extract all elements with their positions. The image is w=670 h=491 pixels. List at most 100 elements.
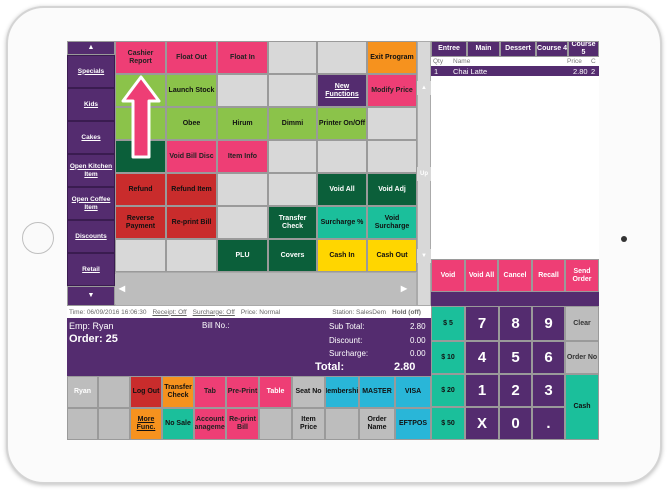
new-functions-button[interactable]: New Functions: [317, 74, 367, 107]
key-2[interactable]: 2: [499, 374, 532, 407]
scroll-up-label[interactable]: Up: [417, 167, 431, 181]
void-surcharge-button[interactable]: Void Surcharge: [367, 206, 417, 239]
log-out-button[interactable]: Log Out: [130, 376, 162, 408]
obee-button[interactable]: Obee: [166, 107, 217, 140]
cash-in-button[interactable]: Cash In: [317, 239, 367, 272]
order-name-button[interactable]: Order Name: [359, 408, 395, 440]
pre-print-button[interactable]: Pre-Print: [226, 376, 259, 408]
quick-cash-50[interactable]: $ 50: [431, 407, 465, 440]
order-no-button[interactable]: Order No: [565, 341, 599, 374]
item-info-button[interactable]: Item Info: [217, 140, 268, 173]
course-tab-5[interactable]: Course 5: [568, 41, 599, 57]
reprint-bill-button[interactable]: Re-print Bill: [226, 408, 259, 440]
printer-on-off-button[interactable]: Printer On/Off: [317, 107, 367, 140]
subtotal-label: Sub Total:: [329, 322, 365, 331]
quick-cash-20[interactable]: $ 20: [431, 374, 465, 407]
grid-empty: [217, 173, 268, 206]
status-hold[interactable]: Hold (off): [392, 309, 421, 316]
void-all-button[interactable]: Void All: [465, 259, 498, 292]
void-bill-disc-button[interactable]: Void Bill Disc: [166, 140, 217, 173]
dimmi-button[interactable]: Dimmi: [268, 107, 317, 140]
tab-button[interactable]: Tab: [194, 376, 226, 408]
send-order-button[interactable]: Send Order: [565, 259, 599, 292]
subtotal-value: 2.80: [410, 322, 426, 331]
key-6[interactable]: 6: [532, 341, 565, 374]
mastercard-button[interactable]: MASTER: [359, 376, 395, 408]
account-management-button[interactable]: Account Management: [194, 408, 226, 440]
grid-horizontal-scrollbar[interactable]: [115, 272, 417, 306]
sidebar-up-arrow[interactable]: ▲: [67, 41, 115, 55]
status-surcharge[interactable]: Surcharge: Off: [193, 309, 235, 316]
void-button[interactable]: Void: [431, 259, 465, 292]
no-sale-button[interactable]: No Sale: [162, 408, 194, 440]
launch-stock-button[interactable]: Launch Stock: [166, 74, 217, 107]
recall-button[interactable]: Recall: [532, 259, 565, 292]
sidebar-down-arrow[interactable]: ▼: [67, 286, 115, 306]
more-functions-button[interactable]: More Func.: [130, 408, 162, 440]
refund-button[interactable]: Refund: [115, 173, 166, 206]
scroll-right-arrow[interactable]: ▶: [393, 274, 415, 304]
transfer-check-grid-button[interactable]: Transfer Check: [268, 206, 317, 239]
clear-button[interactable]: Clear: [565, 306, 599, 341]
course-tab-4[interactable]: Course 4: [536, 41, 568, 57]
sidebar-item-cakes[interactable]: Cakes: [67, 121, 115, 154]
table-button[interactable]: Table: [259, 376, 292, 408]
refund-item-button[interactable]: Refund Item: [166, 173, 217, 206]
hirum-button[interactable]: Hirum: [217, 107, 268, 140]
camera-dot: [621, 236, 627, 242]
pos-screen: ▲ Specials Kids Cakes Open Kitchen Item …: [67, 41, 599, 440]
course-tab-dessert[interactable]: Dessert: [500, 41, 536, 57]
quick-cash-5[interactable]: $ 5: [431, 306, 465, 341]
sidebar-item-discounts[interactable]: Discounts: [67, 220, 115, 253]
scroll-down-arrow[interactable]: ▼: [417, 249, 431, 263]
sidebar-item-specials[interactable]: Specials: [67, 55, 115, 88]
cancel-button[interactable]: Cancel: [498, 259, 532, 292]
sidebar-item-open-coffee[interactable]: Open Coffee Item: [67, 187, 115, 220]
key-x[interactable]: X: [465, 407, 499, 440]
seat-no-button[interactable]: Seat No: [292, 376, 325, 408]
scroll-left-arrow[interactable]: ◀: [115, 274, 129, 304]
surcharge-percent-button[interactable]: Surcharge %: [317, 206, 367, 239]
status-receipt[interactable]: Receipt: Off: [152, 309, 186, 316]
void-adj-button[interactable]: Void Adj: [367, 173, 417, 206]
cash-out-button[interactable]: Cash Out: [367, 239, 417, 272]
membership-button[interactable]: Membership: [325, 376, 359, 408]
sidebar-item-kids[interactable]: Kids: [67, 88, 115, 121]
item-price-button[interactable]: Item Price: [292, 408, 325, 440]
transfer-check-button[interactable]: Transfer Check: [162, 376, 194, 408]
sidebar-item-open-kitchen[interactable]: Open Kitchen Item: [67, 154, 115, 187]
key-8[interactable]: 8: [499, 306, 532, 341]
item-name: Chai Latte: [453, 67, 488, 76]
key-7[interactable]: 7: [465, 306, 499, 341]
float-out-button[interactable]: Float Out: [166, 41, 217, 74]
key-9[interactable]: 9: [532, 306, 565, 341]
grid-empty: [166, 239, 217, 272]
cashier-report-button[interactable]: Cashier Report: [115, 41, 166, 74]
exit-program-button[interactable]: Exit Program: [367, 41, 417, 74]
course-tab-main[interactable]: Main: [467, 41, 500, 57]
eftpos-button[interactable]: EFTPOS: [395, 408, 431, 440]
staff-ryan-button[interactable]: Ryan: [67, 376, 98, 408]
quick-cash-10[interactable]: $ 10: [431, 341, 465, 374]
void-all-grid-button[interactable]: Void All: [317, 173, 367, 206]
covers-button[interactable]: Covers: [268, 239, 317, 272]
key-5[interactable]: 5: [499, 341, 532, 374]
visa-button[interactable]: VISA: [395, 376, 431, 408]
course-tab-entree[interactable]: Entree: [431, 41, 467, 57]
modify-price-button[interactable]: Modify Price: [367, 74, 417, 107]
cash-button[interactable]: Cash: [565, 374, 599, 440]
float-in-button[interactable]: Float In: [217, 41, 268, 74]
key-3[interactable]: 3: [532, 374, 565, 407]
sidebar-item-retail[interactable]: Retail: [67, 253, 115, 286]
reverse-payment-button[interactable]: Reverse Payment: [115, 206, 166, 239]
key-1[interactable]: 1: [465, 374, 499, 407]
reprint-bill-grid-button[interactable]: Re-print Bill: [166, 206, 217, 239]
scroll-up-arrow[interactable]: ▲: [417, 81, 431, 95]
key-0[interactable]: 0: [499, 407, 532, 440]
key-dot[interactable]: .: [532, 407, 565, 440]
home-button[interactable]: [22, 222, 54, 254]
key-4[interactable]: 4: [465, 341, 499, 374]
col-header-price: Price: [567, 58, 582, 65]
col-header-c: C: [591, 58, 596, 65]
plu-button[interactable]: PLU: [217, 239, 268, 272]
